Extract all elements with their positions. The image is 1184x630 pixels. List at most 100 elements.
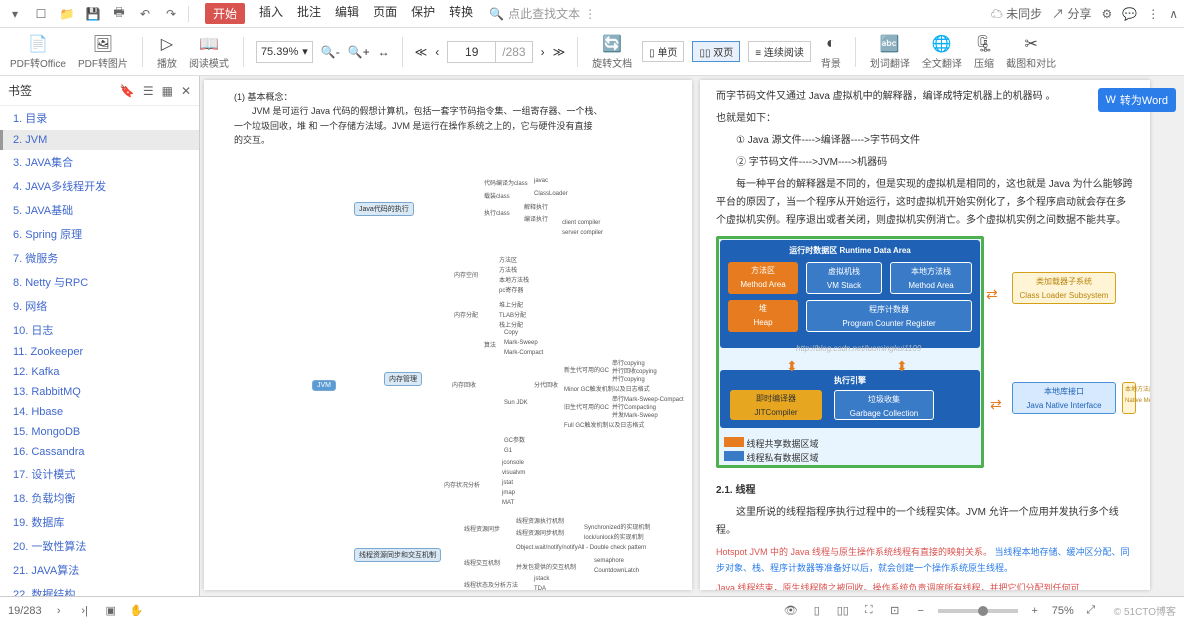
rotate-button[interactable]: 🔄旋转文档	[590, 33, 634, 70]
expand-icon[interactable]: ⤢	[1082, 602, 1100, 620]
undo-icon[interactable]: ↶	[136, 5, 154, 23]
fit-icon[interactable]: ⊡	[886, 602, 904, 620]
sidebar-item[interactable]: 3. JAVA集合	[0, 150, 199, 174]
fullscreen-icon[interactable]: ⛶	[860, 602, 878, 620]
share-button[interactable]: ↗ 分享	[1052, 5, 1091, 22]
view-single[interactable]: ▯ 单页	[642, 41, 684, 62]
sidebar-item[interactable]: 16. Cassandra	[0, 442, 199, 462]
redo-icon[interactable]: ↷	[162, 5, 180, 23]
nav-first-icon[interactable]: ≪	[415, 45, 428, 59]
pdf-to-office[interactable]: 📄PDF转Office	[8, 33, 68, 70]
mind-leaf: 内存状况分析	[444, 480, 480, 489]
sidebar-item[interactable]: 7. 微服务	[0, 246, 199, 270]
search-input[interactable]: 🔍 点此查找文本 ⋮	[489, 5, 596, 22]
status-prev-icon[interactable]: ›	[50, 602, 68, 620]
tab-page[interactable]: 页面	[373, 3, 397, 24]
close-icon[interactable]: ✕	[181, 84, 191, 98]
zoom-in-icon[interactable]: 🔍+	[348, 45, 370, 59]
sidebar-item[interactable]: 21. JAVA算法	[0, 558, 199, 582]
zoom-in-icon[interactable]: +	[1026, 602, 1044, 620]
bookmarks-icon[interactable]: 🔖	[120, 84, 135, 98]
zoom-out-icon[interactable]: 🔍-	[321, 45, 340, 59]
compress-button[interactable]: 🗜压缩	[972, 33, 996, 70]
pdf-to-image[interactable]: 🖼PDF转图片	[76, 33, 130, 70]
tab-protect[interactable]: 保护	[411, 3, 435, 24]
tab-start[interactable]: 开始	[205, 3, 245, 24]
status-split-icon[interactable]: ▣	[102, 602, 120, 620]
sidebar-item[interactable]: 10. 日志	[0, 318, 199, 342]
sidebar-item[interactable]: 6. Spring 原理	[0, 222, 199, 246]
mind-leaf: server compiler	[562, 230, 603, 236]
view-mode-icon[interactable]: ▯	[808, 602, 826, 620]
sidebar-item[interactable]: 8. Netty 与RPC	[0, 270, 199, 294]
mind-leaf: lock/unlock的实现机制	[584, 532, 644, 541]
read-mode[interactable]: 📖阅读模式	[187, 33, 231, 70]
page-input[interactable]: 19 /283	[447, 41, 532, 63]
mind-leaf: 解释执行	[524, 202, 548, 211]
outline-icon[interactable]: ☰	[143, 84, 154, 98]
fulltext-translate[interactable]: 🌐全文翻译	[920, 33, 964, 70]
sidebar-item[interactable]: 19. 数据库	[0, 510, 199, 534]
collapse-icon[interactable]: ∧	[1169, 7, 1178, 21]
tab-convert[interactable]: 转换	[449, 3, 473, 24]
crop-button[interactable]: ✂截图和对比	[1004, 33, 1058, 70]
sidebar-item[interactable]: 14. Hbase	[0, 402, 199, 422]
view-continuous[interactable]: ≡ 连续阅读	[748, 41, 811, 62]
play-button[interactable]: ▷播放	[155, 33, 179, 70]
nav-next-icon[interactable]: ›	[541, 45, 545, 59]
app-menu[interactable]: ▾	[6, 5, 24, 23]
sidebar-item[interactable]: 20. 一致性算法	[0, 534, 199, 558]
sidebar-item[interactable]: 11. Zookeeper	[0, 342, 199, 362]
mind-leaf: CountdownLatch	[594, 568, 639, 574]
view-double[interactable]: ▯▯ 双页	[692, 41, 740, 62]
fit-width-icon[interactable]: ↔	[378, 45, 390, 59]
zoom-control[interactable]: 75.39%▾	[256, 41, 313, 63]
sidebar-item[interactable]: 2. JVM	[0, 130, 199, 150]
dict-translate[interactable]: 🔤划词翻译	[868, 33, 912, 70]
nav-prev-icon[interactable]: ‹	[435, 45, 439, 59]
sidebar-item[interactable]: 13. RabbitMQ	[0, 382, 199, 402]
mind-leaf: 并行copying	[612, 374, 645, 383]
status-last-icon[interactable]: ›|	[76, 602, 94, 620]
menu-more[interactable]: ⋮	[1147, 7, 1159, 21]
mind-leaf: G1	[504, 448, 512, 454]
mind-leaf: TDA	[534, 586, 546, 590]
settings-icon[interactable]: ⚙	[1101, 7, 1112, 21]
tab-annotate[interactable]: 批注	[297, 3, 321, 24]
mind-leaf: 方法栈	[499, 265, 517, 274]
sidebar-item[interactable]: 12. Kafka	[0, 362, 199, 382]
mind-leaf: 编译执行	[524, 214, 548, 223]
sidebar-item[interactable]: 1. 目录	[0, 106, 199, 130]
para: ② 字节码文件---->JVM---->机器码	[716, 154, 1134, 172]
menu-more-icon[interactable]: ⋮	[584, 7, 596, 21]
mind-root: JVM	[312, 380, 336, 391]
sidebar-item[interactable]: 9. 网络	[0, 294, 199, 318]
sidebar-item[interactable]: 22. 数据结构	[0, 582, 199, 596]
sidebar-item[interactable]: 18. 负载均衡	[0, 486, 199, 510]
tab-edit[interactable]: 编辑	[335, 3, 359, 24]
status-hand-icon[interactable]: ✋	[128, 602, 146, 620]
zoom-out-icon[interactable]: −	[912, 602, 930, 620]
nav-last-icon[interactable]: ≫	[553, 45, 566, 59]
sidebar-item[interactable]: 17. 设计模式	[0, 462, 199, 486]
new-icon[interactable]: ☐	[32, 5, 50, 23]
sync-status[interactable]: ☁ 未同步	[991, 5, 1042, 22]
mind-leaf: 代码编译为class	[484, 178, 528, 187]
bg-button[interactable]: ◐背景	[819, 33, 843, 70]
sidebar-item[interactable]: 15. MongoDB	[0, 422, 199, 442]
save-icon[interactable]: 💾	[84, 5, 102, 23]
sidebar-item[interactable]: 4. JAVA多线程开发	[0, 174, 199, 198]
sidebar-item[interactable]: 5. JAVA基础	[0, 198, 199, 222]
para-red: Hotspot JVM 中的 Java 线程与原生操作系统线程有直接的映射关系。	[716, 547, 992, 557]
print-icon[interactable]: 🖶	[110, 5, 128, 23]
tab-insert[interactable]: 插入	[259, 3, 283, 24]
convert-to-word[interactable]: W 转为Word	[1098, 88, 1176, 112]
page-right: 而字节码文件又通过 Java 虚拟机中的解释器，编译成特定机器上的机器码 。 也…	[700, 80, 1150, 590]
mind-leaf: 方法区	[499, 255, 517, 264]
thumbnails-icon[interactable]: ▦	[162, 84, 173, 98]
zoom-slider[interactable]	[938, 609, 1018, 613]
eye-icon[interactable]: 👁	[782, 602, 800, 620]
view-double-icon[interactable]: ▯▯	[834, 602, 852, 620]
feedback-icon[interactable]: 💬	[1122, 7, 1137, 21]
open-icon[interactable]: 📁	[58, 5, 76, 23]
